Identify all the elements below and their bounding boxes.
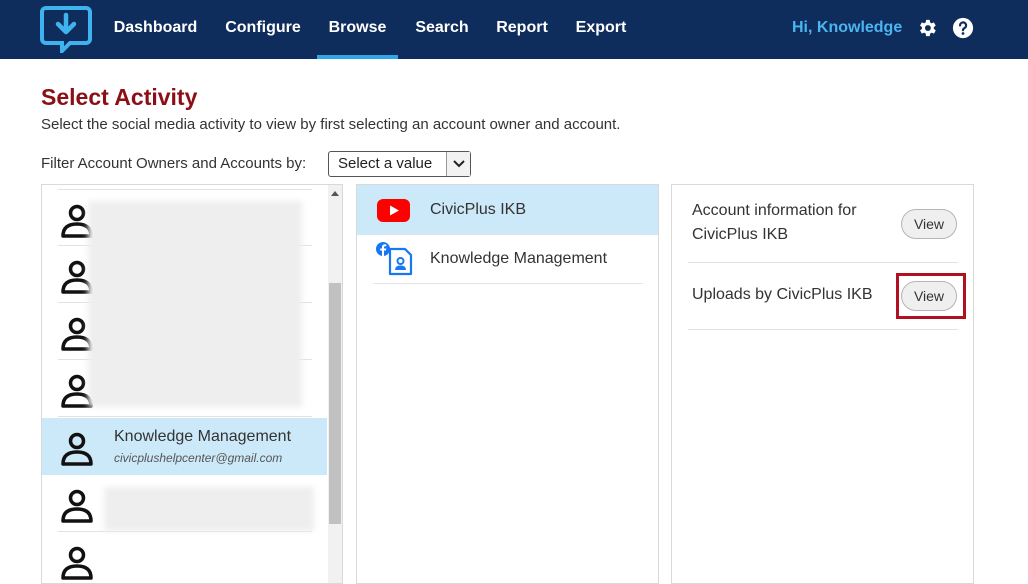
owner-email: civicplushelpcenter@gmail.com (114, 451, 283, 465)
nav-dashboard[interactable]: Dashboard (113, 0, 198, 59)
youtube-icon (377, 199, 410, 222)
page-title: Select Activity (41, 84, 198, 110)
gear-icon[interactable] (916, 17, 938, 39)
divider (688, 262, 958, 263)
account-owners-panel: Knowledge Management civicplushelpcenter… (41, 184, 343, 584)
highlight-annotation (896, 273, 966, 319)
user-greeting[interactable]: Hi, Knowledge (792, 0, 902, 59)
page-subtitle: Select the social media activity to view… (41, 116, 621, 133)
nav-report[interactable]: Report (495, 0, 549, 59)
person-icon (61, 489, 93, 523)
scroll-thumb[interactable] (329, 283, 341, 524)
owner-list-item[interactable] (58, 532, 312, 583)
person-icon (61, 432, 93, 466)
redacted-owner-names (104, 487, 314, 531)
filter-label: Filter Account Owners and Accounts by: (41, 155, 307, 172)
help-icon[interactable] (952, 17, 974, 39)
top-navbar: Dashboard Configure Browse Search Report… (0, 0, 1028, 59)
nav-configure[interactable]: Configure (224, 0, 302, 59)
activity-label-line: Account information for (692, 202, 857, 219)
scroll-up-arrow-icon[interactable] (331, 191, 339, 196)
divider (688, 329, 958, 330)
person-icon (61, 546, 93, 580)
activity-label-account-info: Account information for CivicPlus IKB (692, 199, 857, 247)
owners-scrollbar[interactable] (328, 185, 342, 583)
owner-list-item-selected[interactable]: Knowledge Management civicplushelpcenter… (42, 418, 327, 475)
activities-panel: Account information for CivicPlus IKB Vi… (671, 184, 974, 584)
filter-select-value: Select a value (338, 155, 433, 172)
nav-search[interactable]: Search (414, 0, 470, 59)
redacted-owner-names (88, 201, 302, 407)
account-label: Knowledge Management (430, 250, 608, 267)
activity-label-line: CivicPlus IKB (692, 226, 789, 243)
view-account-info-button[interactable]: View (901, 209, 957, 239)
facebook-page-icon (376, 242, 413, 276)
filter-select[interactable]: Select a value (328, 151, 471, 177)
divider (373, 283, 643, 284)
account-label: CivicPlus IKB (430, 201, 527, 218)
activity-label-uploads: Uploads by CivicPlus IKB (692, 286, 873, 303)
nav-export[interactable]: Export (574, 0, 628, 59)
owner-name: Knowledge Management (114, 428, 292, 445)
accounts-panel: CivicPlus IKB Knowledge Management (356, 184, 659, 584)
chevron-down-icon (446, 152, 470, 176)
account-item-youtube[interactable]: CivicPlus IKB (357, 185, 658, 235)
nav-browse[interactable]: Browse (317, 0, 398, 59)
app-logo-icon[interactable] (40, 5, 92, 53)
